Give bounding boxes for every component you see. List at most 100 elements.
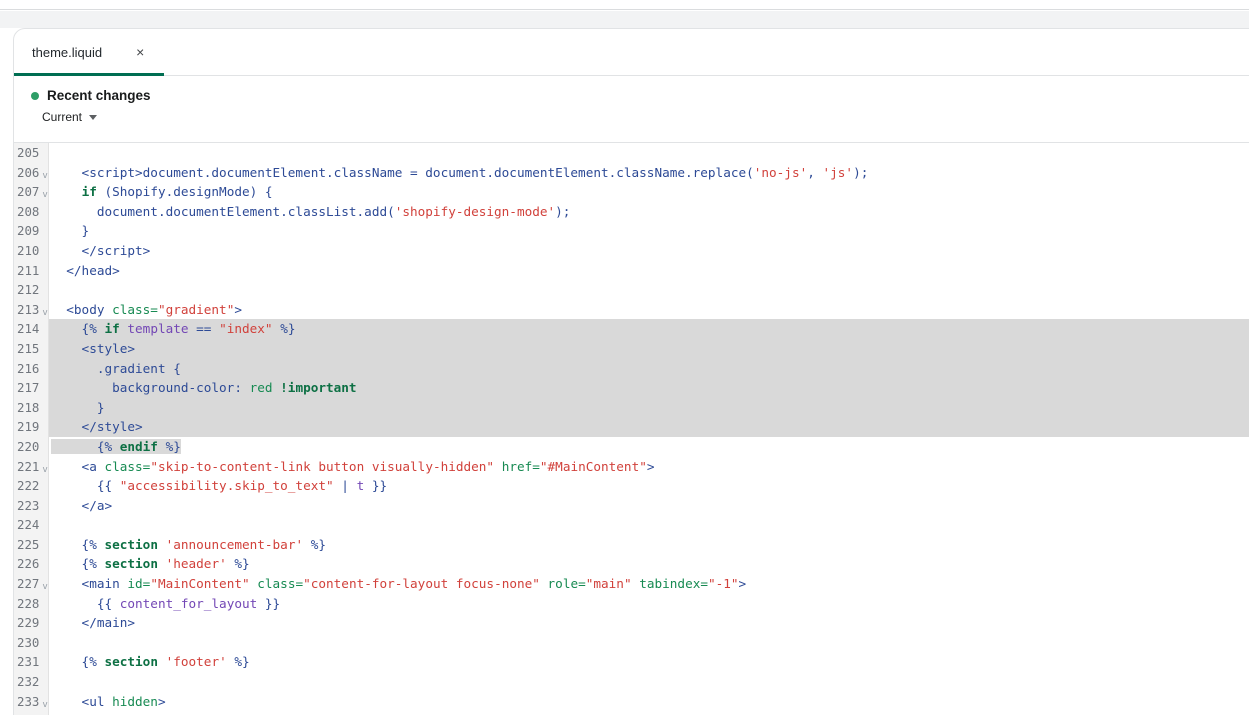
version-dropdown-label: Current xyxy=(42,110,83,124)
code-line: 213 v <body class="gradient"> xyxy=(14,299,1249,320)
code-line-content[interactable]: </style> xyxy=(49,417,1249,437)
line-gutter: 211 xyxy=(14,260,49,281)
code-line-content[interactable]: document.documentElement.classList.add('… xyxy=(49,202,1249,222)
code-line-content[interactable]: </script> xyxy=(49,241,1249,261)
line-number: 220 xyxy=(17,438,40,454)
code-line: 212 xyxy=(14,280,1249,300)
code-line: 221 v <a class="skip-to-content-link butt… xyxy=(14,456,1249,477)
code-line: 230 xyxy=(14,632,1249,653)
line-number: 225 xyxy=(17,536,40,552)
line-number: 206 xyxy=(17,164,40,180)
top-chrome-strip xyxy=(0,0,1249,10)
fold-toggle-icon[interactable]: v xyxy=(42,304,47,324)
code-line-content[interactable]: <style> xyxy=(49,338,1249,359)
recent-changes-header: Recent changes Current xyxy=(14,76,1249,143)
code-line: 229 </main> xyxy=(14,613,1249,633)
code-editor[interactable]: 205 206 v <script>document.documentElement… xyxy=(14,143,1249,715)
shopify-code-editor-screen: theme.liquid × Recent changes Current 20… xyxy=(0,0,1249,715)
code-line-content[interactable]: {% section 'footer' %} xyxy=(49,652,1249,672)
code-line: 224 xyxy=(14,515,1249,535)
fold-toggle-icon[interactable]: v xyxy=(42,578,47,598)
code-line: 223 </a> xyxy=(14,495,1249,516)
line-number: 211 xyxy=(17,262,40,278)
line-gutter: 221 v xyxy=(14,456,49,477)
line-gutter: 226 xyxy=(14,554,49,575)
line-gutter: 213 v xyxy=(14,299,49,320)
line-gutter: 220 xyxy=(14,436,49,457)
caret-down-icon xyxy=(89,115,98,120)
code-line-content[interactable]: </a> xyxy=(49,496,1249,516)
code-line-content[interactable] xyxy=(49,633,1249,653)
fold-toggle-icon[interactable]: v xyxy=(42,696,47,715)
code-line-content[interactable]: if (Shopify.designMode) { xyxy=(49,182,1249,202)
code-line: 214 {% if template == "index" %} xyxy=(14,319,1249,339)
recent-changes-title-row: Recent changes xyxy=(31,88,1249,103)
code-line: 207 v if (Shopify.designMode) { xyxy=(14,182,1249,202)
code-line-content[interactable]: {% if template == "index" %} xyxy=(49,319,1249,339)
code-line-content[interactable]: {{ "accessibility.skip_to_text" | t }} xyxy=(49,476,1249,496)
code-line-content[interactable] xyxy=(49,143,1249,163)
code-line: 216 .gradient { xyxy=(14,358,1249,379)
code-line: 219 </style> xyxy=(14,417,1249,437)
code-line: 233 v <ul hidden> xyxy=(14,691,1249,715)
code-line: 234 <li id="a11y-refresh-page-message">{… xyxy=(14,711,1249,715)
line-number: 221 xyxy=(17,458,40,474)
version-dropdown[interactable]: Current xyxy=(42,110,98,124)
code-line-content[interactable] xyxy=(49,280,1249,300)
code-line-content[interactable]: <body class="gradient"> xyxy=(49,300,1249,320)
line-gutter: 225 xyxy=(14,534,49,555)
line-number: 205 xyxy=(17,145,40,160)
line-gutter: 229 xyxy=(14,613,49,633)
code-line-content[interactable]: {% section 'header' %} xyxy=(49,554,1249,574)
code-line-content[interactable]: .gradient { xyxy=(49,358,1249,379)
line-number: 216 xyxy=(17,360,40,376)
line-number: 233 xyxy=(17,693,40,709)
code-line: 209 } xyxy=(14,221,1249,241)
fold-toggle-icon[interactable]: v xyxy=(42,167,47,187)
line-gutter: 223 xyxy=(14,495,49,516)
line-number: 219 xyxy=(17,419,40,435)
fold-toggle-icon[interactable]: v xyxy=(42,461,47,481)
code-line-content[interactable]: <main id="MainContent" class="content-fo… xyxy=(49,574,1249,594)
line-number: 210 xyxy=(17,242,40,258)
fold-toggle-icon[interactable]: v xyxy=(42,186,47,206)
tab-theme-liquid[interactable]: theme.liquid × xyxy=(14,29,165,76)
code-line: 210 </script> xyxy=(14,240,1249,261)
line-gutter: 219 xyxy=(14,417,49,437)
line-number: 231 xyxy=(17,654,40,670)
code-line-content[interactable]: } xyxy=(49,221,1249,241)
code-line-content[interactable]: <script>document.documentElement.classNa… xyxy=(49,163,1249,183)
code-line-content[interactable]: {{ content_for_layout }} xyxy=(49,594,1249,614)
line-number: 229 xyxy=(17,615,40,631)
code-line-content[interactable]: } xyxy=(49,397,1249,418)
code-line: 218 } xyxy=(14,397,1249,418)
line-number: 212 xyxy=(17,282,40,298)
code-line-content[interactable]: {% endif %} xyxy=(49,437,1249,457)
code-line-content[interactable]: background-color: red !important xyxy=(49,378,1249,398)
line-gutter: 205 xyxy=(14,143,49,163)
status-dot-icon xyxy=(31,91,39,100)
code-line: 205 xyxy=(14,143,1249,163)
line-gutter: 233 v xyxy=(14,691,49,715)
code-line-content[interactable] xyxy=(49,515,1249,535)
code-line: 215 <style> xyxy=(14,338,1249,359)
code-line-content[interactable]: </main> xyxy=(49,613,1249,633)
code-line: 226 {% section 'header' %} xyxy=(14,554,1249,575)
active-tab-underline xyxy=(14,73,165,76)
editor-card: theme.liquid × Recent changes Current 20… xyxy=(13,28,1249,715)
code-line-content[interactable]: <a class="skip-to-content-link button vi… xyxy=(49,457,1249,477)
tab-bar: theme.liquid × xyxy=(14,29,1249,76)
code-line: 208 document.documentElement.classList.a… xyxy=(14,201,1249,222)
code-line-content[interactable]: <li id="a11y-refresh-page-message">{{ 'a… xyxy=(49,711,1249,715)
line-number: 217 xyxy=(17,380,40,396)
code-line-content[interactable]: <ul hidden> xyxy=(49,692,1249,712)
line-number: 226 xyxy=(17,556,40,572)
line-number: 228 xyxy=(17,595,40,611)
code-line: 222 {{ "accessibility.skip_to_text" | t … xyxy=(14,476,1249,496)
tab-close-icon[interactable]: × xyxy=(136,45,144,59)
line-number: 230 xyxy=(17,634,40,650)
line-gutter: 216 xyxy=(14,358,49,379)
code-line-content[interactable] xyxy=(49,672,1249,692)
code-line-content[interactable]: {% section 'announcement-bar' %} xyxy=(49,535,1249,555)
code-line-content[interactable]: </head> xyxy=(49,261,1249,281)
